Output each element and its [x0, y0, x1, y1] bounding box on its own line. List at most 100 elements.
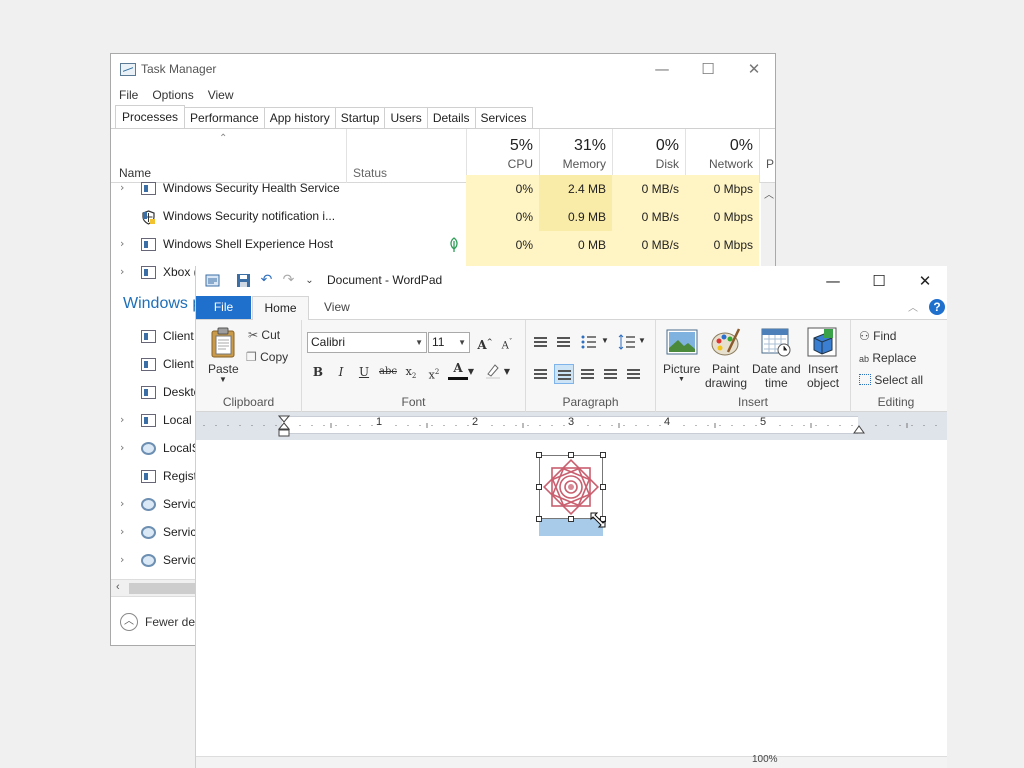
resize-handle[interactable]: [536, 452, 542, 458]
picture-icon[interactable]: [666, 328, 698, 360]
resize-handle[interactable]: [536, 516, 542, 522]
minimize-button[interactable]: —: [639, 54, 685, 84]
expand-chevron-icon[interactable]: ›: [120, 497, 124, 510]
copy-button[interactable]: ❐ Copy: [246, 350, 288, 364]
paragraph-settings-icon[interactable]: [624, 364, 644, 384]
table-row[interactable]: › Windows Shell Experience Host 0% 0 MB …: [111, 231, 761, 259]
bullets-dropdown-icon[interactable]: ▼: [601, 336, 609, 345]
font-color-icon[interactable]: A: [448, 360, 468, 380]
tab-home[interactable]: Home: [252, 296, 309, 320]
tab-users[interactable]: Users: [384, 107, 428, 128]
increase-indent-icon[interactable]: [554, 332, 574, 352]
find-button[interactable]: ⚇ Find: [859, 329, 896, 343]
line-spacing-icon[interactable]: [617, 332, 637, 352]
tab-services[interactable]: Services: [474, 107, 533, 128]
collapse-ribbon-icon[interactable]: ︿: [908, 299, 918, 314]
strikethrough-icon[interactable]: abc: [378, 362, 398, 382]
expand-chevron-icon[interactable]: ›: [120, 181, 124, 194]
calendar-clock-icon[interactable]: [760, 326, 792, 358]
paint-drawing-line2[interactable]: drawing: [705, 376, 747, 390]
grow-font-icon[interactable]: A^: [475, 332, 495, 352]
picture-dropdown-icon[interactable]: ▼: [678, 376, 685, 383]
replace-button[interactable]: ab Replace: [859, 351, 916, 365]
paint-drawing-icon[interactable]: [710, 326, 742, 358]
save-icon[interactable]: [236, 273, 251, 288]
column-power[interactable]: 0 P: [759, 129, 775, 183]
fewer-details-link[interactable]: Fewer det: [145, 615, 198, 629]
line-spacing-dropdown-icon[interactable]: ▼: [638, 336, 646, 345]
paste-dropdown-icon[interactable]: ▼: [219, 375, 227, 384]
indent-marker-icon[interactable]: [278, 415, 290, 439]
insert-object-line1[interactable]: Insert: [808, 362, 838, 376]
expand-chevron-icon[interactable]: ›: [120, 441, 124, 454]
align-right-icon[interactable]: [578, 364, 598, 384]
font-family-select[interactable]: Calibri ▼: [307, 332, 427, 353]
date-time-line2[interactable]: time: [765, 376, 788, 390]
document-area[interactable]: [196, 440, 947, 756]
table-row[interactable]: Windows Security notification i... 0% 0.…: [111, 203, 761, 231]
tab-performance[interactable]: Performance: [184, 107, 265, 128]
chevron-up-icon[interactable]: ︿: [120, 613, 138, 631]
bullets-icon[interactable]: [579, 332, 599, 352]
font-size-select[interactable]: 11 ▼: [428, 332, 470, 353]
scroll-up-icon[interactable]: ︿: [761, 186, 775, 201]
select-all-button[interactable]: Select all: [859, 373, 923, 387]
menu-view[interactable]: View: [208, 88, 234, 102]
tab-app-history[interactable]: App history: [263, 107, 336, 128]
align-left-icon[interactable]: [531, 364, 551, 384]
highlight-dropdown-icon[interactable]: ▼: [502, 362, 512, 382]
italic-icon[interactable]: I: [331, 362, 351, 382]
highlight-icon[interactable]: [483, 362, 503, 382]
decrease-indent-icon[interactable]: [531, 332, 551, 352]
minimize-button[interactable]: —: [810, 266, 856, 296]
font-color-dropdown-icon[interactable]: ▼: [466, 362, 476, 382]
tab-details[interactable]: Details: [426, 107, 476, 128]
scroll-left-icon[interactable]: ‹: [116, 581, 120, 593]
customize-toolbar-icon[interactable]: ⌄: [302, 273, 317, 288]
tab-startup[interactable]: Startup: [334, 107, 386, 128]
resize-handle[interactable]: [600, 452, 606, 458]
ruler[interactable]: 1 2 3 4 5: [196, 412, 947, 440]
menu-options[interactable]: Options: [152, 88, 193, 102]
shrink-font-icon[interactable]: Aˇ: [497, 332, 517, 352]
quick-access-toolbar: ↶ ↷ ⌄ Document - WordPad — ☐ ✕: [196, 266, 947, 296]
redo-icon[interactable]: ↷: [281, 273, 296, 288]
help-icon[interactable]: ?: [929, 299, 945, 315]
wordpad-app-icon[interactable]: [205, 273, 220, 288]
expand-chevron-icon[interactable]: ›: [120, 413, 124, 426]
maximize-button[interactable]: ☐: [685, 54, 731, 84]
expand-chevron-icon[interactable]: ›: [120, 553, 124, 566]
paste-button[interactable]: Paste: [208, 362, 239, 376]
subscript-icon[interactable]: x2: [401, 362, 421, 382]
picture-button[interactable]: Picture: [663, 362, 700, 376]
tab-view[interactable]: View: [324, 300, 350, 314]
tab-processes[interactable]: Processes: [115, 105, 186, 128]
date-time-line1[interactable]: Date and: [752, 362, 801, 376]
expand-chevron-icon[interactable]: ›: [120, 525, 124, 538]
expand-chevron-icon[interactable]: ›: [120, 237, 124, 250]
align-center-icon[interactable]: [554, 364, 574, 384]
table-row[interactable]: › Windows Security Health Service 0% 2.4…: [111, 175, 761, 203]
paint-drawing-line1[interactable]: Paint: [712, 362, 739, 376]
close-button[interactable]: ✕: [902, 266, 947, 296]
cut-button[interactable]: ✂ Cut: [248, 328, 280, 342]
superscript-icon[interactable]: x2: [424, 362, 444, 382]
right-indent-marker-icon[interactable]: [853, 424, 865, 434]
close-button[interactable]: ✕: [731, 54, 775, 84]
insert-object-line2[interactable]: object: [807, 376, 839, 390]
paste-icon[interactable]: [207, 326, 239, 358]
menu-file[interactable]: File: [119, 88, 138, 102]
resize-handle[interactable]: [600, 484, 606, 490]
expand-chevron-icon[interactable]: ›: [120, 265, 124, 278]
editing-group-label: Editing: [877, 395, 915, 409]
bold-icon[interactable]: B: [308, 362, 328, 382]
resize-handle[interactable]: [536, 484, 542, 490]
underline-icon[interactable]: U: [354, 362, 374, 382]
insert-object-icon[interactable]: [806, 326, 838, 358]
justify-icon[interactable]: [601, 364, 621, 384]
undo-icon[interactable]: ↶: [259, 273, 274, 288]
resize-handle[interactable]: [568, 516, 574, 522]
maximize-button[interactable]: ☐: [856, 266, 902, 296]
resize-handle[interactable]: [568, 452, 574, 458]
tab-file[interactable]: File: [196, 296, 251, 319]
